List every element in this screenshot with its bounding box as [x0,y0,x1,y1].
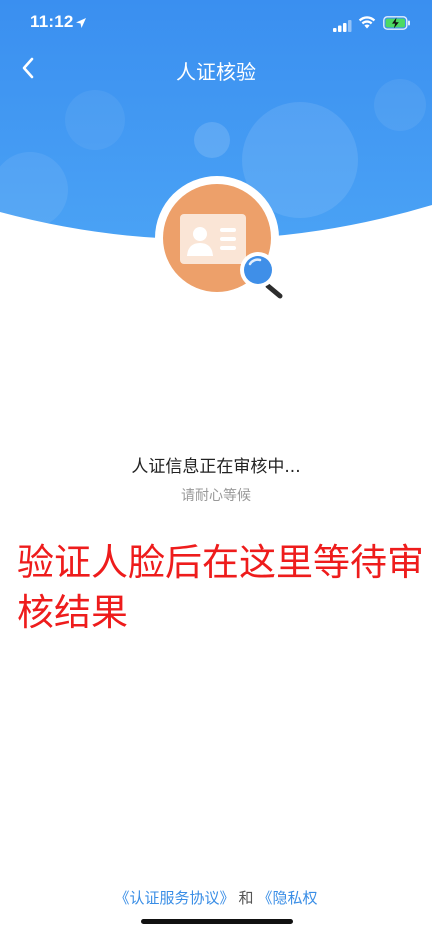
wifi-icon [358,14,376,33]
footer-conjunction: 和 [238,889,254,907]
verification-status-subtitle: 请耐心等候 [181,488,251,504]
page: 11:12 人证核验 人证信息正在审核中... 请耐心等候 验证人脸后在这里等待… [0,0,432,935]
battery-charging-icon [383,15,411,34]
footer-agreements: 《认证服务协议》和《隐私权 [0,887,432,908]
verification-status-title: 人证信息正在审核中... [131,457,301,477]
home-indicator[interactable] [141,919,293,924]
signal-icon [333,17,352,36]
location-arrow-icon [75,14,87,33]
annotation-text: 验证人脸后在这里等待审核结果 [17,541,424,634]
page-title: 人证核验 [176,60,256,84]
service-agreement-link[interactable]: 《认证服务协议》 [114,889,234,907]
id-card-magnifier-icon [150,176,290,300]
privacy-policy-link[interactable]: 《隐私权 [258,889,318,907]
status-time: 11:12 [30,12,74,31]
status-bar: 11:12 [0,0,432,46]
